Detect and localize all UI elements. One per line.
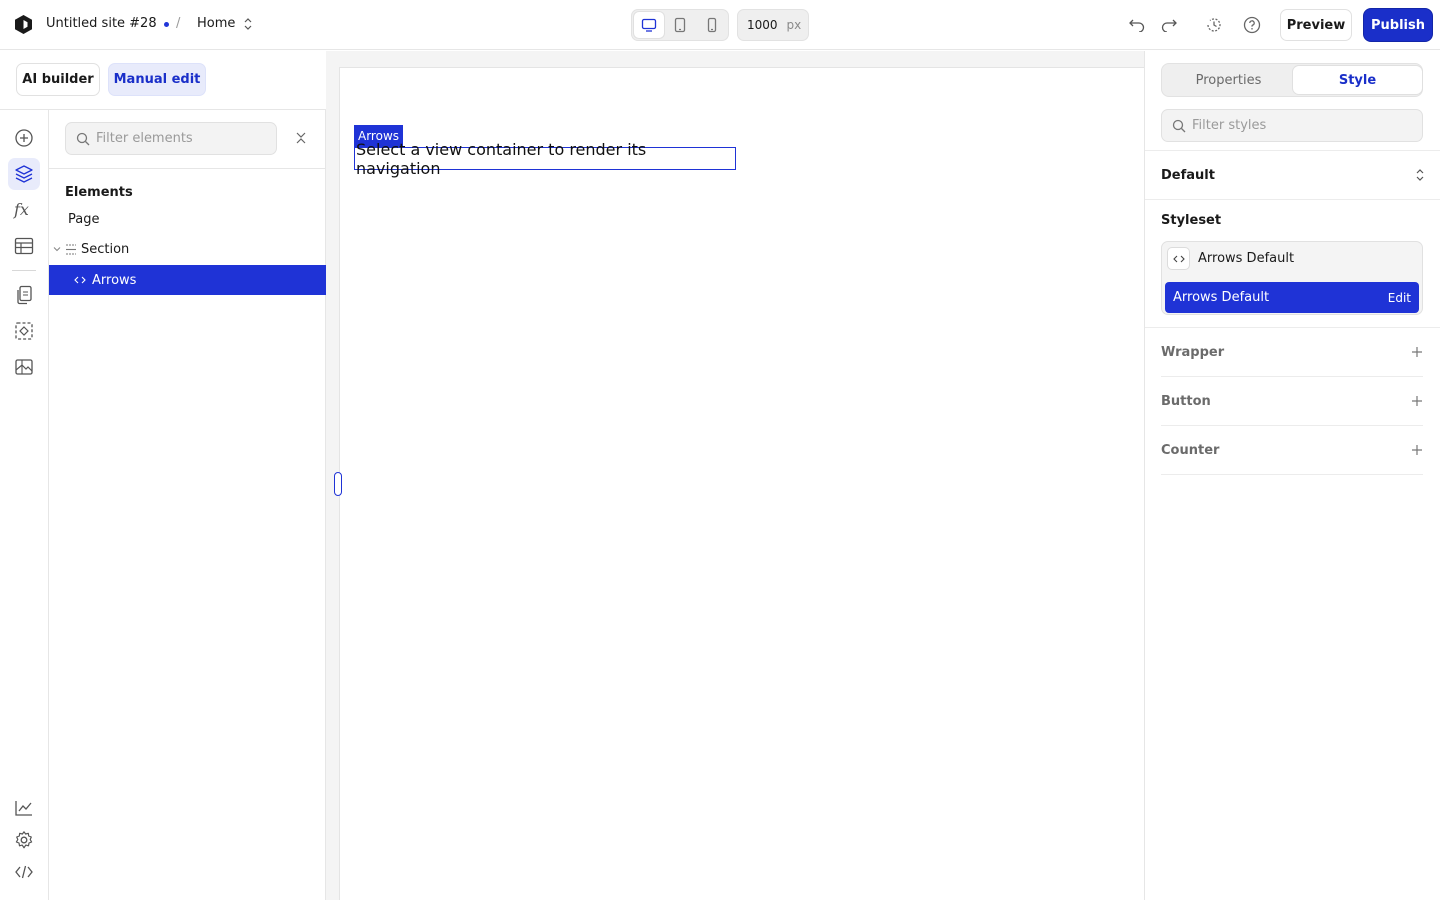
data-table-button[interactable] bbox=[8, 230, 40, 262]
canvas-width-input[interactable]: 1000 px bbox=[737, 9, 809, 41]
code-brackets-icon bbox=[1167, 247, 1190, 270]
elements-panel: AI builder Manual edit Elements Page Sec… bbox=[0, 50, 326, 900]
rail-divider bbox=[12, 270, 36, 271]
add-icon bbox=[15, 129, 33, 147]
styleset-header[interactable]: Arrows Default bbox=[1162, 242, 1422, 275]
canvas-width-value: 1000 bbox=[747, 18, 778, 32]
function-icon: fx bbox=[13, 200, 29, 219]
analytics-button[interactable] bbox=[8, 792, 40, 824]
search-icon bbox=[76, 132, 90, 145]
styleset-name: Arrows Default bbox=[1198, 251, 1295, 266]
code-button[interactable] bbox=[8, 856, 40, 888]
style-filter-input[interactable] bbox=[1192, 118, 1412, 133]
ai-builder-button[interactable]: AI builder bbox=[16, 63, 100, 96]
mobile-icon bbox=[707, 17, 717, 33]
svg-text:fx: fx bbox=[13, 200, 29, 219]
app-logo-icon[interactable] bbox=[13, 14, 34, 35]
style-panel: Properties Style Default Styleset Arrows… bbox=[1144, 51, 1440, 900]
redo-icon[interactable] bbox=[1158, 14, 1180, 36]
canvas-area: Arrows Select a view container to render… bbox=[326, 51, 1144, 900]
code-brackets-icon bbox=[74, 275, 86, 285]
part-label: Button bbox=[1161, 393, 1211, 409]
tab-properties[interactable]: Properties bbox=[1164, 66, 1293, 94]
publish-button[interactable]: Publish bbox=[1364, 9, 1432, 41]
page-selector[interactable]: Home bbox=[197, 16, 253, 31]
collapse-all-icon[interactable] bbox=[293, 130, 309, 146]
desktop-device-button[interactable] bbox=[634, 12, 664, 38]
history-icon[interactable] bbox=[1203, 14, 1225, 36]
tree-item-label: Page bbox=[68, 211, 100, 227]
unsaved-indicator bbox=[164, 22, 169, 27]
section-icon bbox=[65, 243, 77, 255]
part-label: Counter bbox=[1161, 442, 1220, 458]
settings-button[interactable] bbox=[8, 824, 40, 856]
style-filter-field[interactable] bbox=[1161, 109, 1423, 142]
canvas-page[interactable]: Arrows Select a view container to render… bbox=[339, 67, 1144, 900]
elements-heading: Elements bbox=[65, 185, 133, 200]
part-button[interactable]: Button bbox=[1161, 377, 1423, 426]
code-icon bbox=[15, 865, 33, 879]
assets-button[interactable] bbox=[8, 351, 40, 383]
components-icon bbox=[15, 322, 33, 340]
edit-styleset-button[interactable]: Edit bbox=[1388, 291, 1411, 305]
selected-element-outline[interactable]: Select a view container to render its na… bbox=[354, 140, 736, 178]
element-filter-input[interactable] bbox=[96, 131, 266, 146]
tablet-device-button[interactable] bbox=[665, 12, 695, 38]
pages-button[interactable] bbox=[8, 279, 40, 311]
tab-style[interactable]: Style bbox=[1293, 66, 1422, 94]
styleset-heading: Styleset bbox=[1161, 213, 1222, 228]
tree-item-page[interactable]: Page bbox=[49, 204, 326, 234]
chevron-up-down-icon bbox=[1415, 168, 1425, 182]
state-selector[interactable]: Default bbox=[1145, 150, 1440, 200]
part-counter[interactable]: Counter bbox=[1161, 426, 1423, 475]
part-label: Wrapper bbox=[1161, 344, 1225, 360]
analytics-icon bbox=[15, 801, 32, 816]
preview-button[interactable]: Preview bbox=[1280, 9, 1352, 41]
canvas-resize-handle[interactable] bbox=[334, 472, 342, 496]
pages-icon bbox=[17, 285, 32, 305]
chevron-down-icon[interactable] bbox=[52, 244, 64, 254]
styleset-item[interactable]: Arrows Default Edit bbox=[1165, 282, 1419, 313]
styleset-box: Arrows Default Arrows Default Edit bbox=[1161, 241, 1423, 315]
part-wrapper[interactable]: Wrapper bbox=[1161, 328, 1423, 377]
left-icon-rail: fx bbox=[0, 50, 49, 900]
element-filter-field[interactable] bbox=[65, 122, 277, 155]
add-element-button[interactable] bbox=[8, 122, 40, 154]
device-switcher bbox=[631, 9, 729, 41]
panel-tabs: Properties Style bbox=[1161, 63, 1423, 97]
element-filter-row bbox=[49, 110, 326, 169]
components-button[interactable] bbox=[8, 315, 40, 347]
mobile-device-button[interactable] bbox=[697, 12, 727, 38]
tablet-icon bbox=[674, 17, 686, 33]
layers-button[interactable] bbox=[8, 158, 40, 190]
undo-icon[interactable] bbox=[1126, 14, 1148, 36]
tree-item-section[interactable]: Section bbox=[49, 234, 326, 264]
plus-icon[interactable] bbox=[1411, 346, 1423, 358]
layers-icon bbox=[15, 165, 33, 183]
tree-item-label: Arrows bbox=[92, 272, 137, 288]
top-bar: Untitled site #28 / Home 1000 px Preview… bbox=[0, 0, 1440, 50]
current-page-label: Home bbox=[197, 16, 236, 31]
functions-button[interactable]: fx bbox=[8, 194, 40, 226]
tree-item-label: Section bbox=[81, 241, 130, 257]
site-title[interactable]: Untitled site #28 bbox=[46, 16, 157, 31]
manual-edit-button[interactable]: Manual edit bbox=[108, 63, 206, 96]
breadcrumb-separator: / bbox=[176, 16, 181, 31]
canvas-width-unit: px bbox=[786, 18, 802, 32]
mode-switcher: AI builder Manual edit bbox=[0, 50, 326, 110]
settings-icon bbox=[15, 831, 33, 849]
table-icon bbox=[14, 237, 34, 255]
tree-item-arrows[interactable]: Arrows bbox=[49, 265, 326, 295]
assets-icon bbox=[15, 359, 33, 375]
state-label: Default bbox=[1161, 167, 1215, 183]
styleset-item-label: Arrows Default bbox=[1173, 290, 1270, 305]
plus-icon[interactable] bbox=[1411, 444, 1423, 456]
help-icon[interactable] bbox=[1241, 14, 1263, 36]
chevron-up-down-icon bbox=[243, 17, 253, 31]
desktop-icon bbox=[641, 18, 657, 32]
search-icon bbox=[1172, 119, 1186, 132]
plus-icon[interactable] bbox=[1411, 395, 1423, 407]
